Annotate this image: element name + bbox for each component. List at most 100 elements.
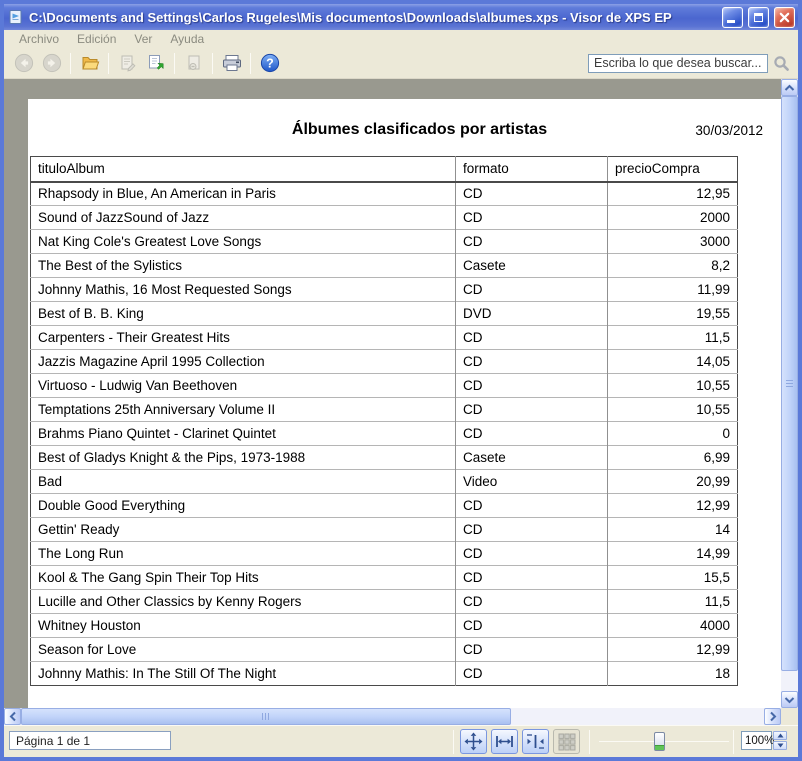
cell-precioCompra: 14,99: [608, 542, 738, 566]
col-header-tituloAlbum: tituloAlbum: [31, 157, 456, 182]
zoom-slider-thumb[interactable]: [654, 732, 665, 751]
horizontal-scrollbar[interactable]: [4, 708, 781, 725]
horizontal-scroll-thumb[interactable]: [21, 708, 511, 725]
scroll-down-button[interactable]: [781, 691, 798, 708]
cell-precioCompra: 14,05: [608, 350, 738, 374]
menu-ayuda[interactable]: Ayuda: [161, 31, 213, 48]
cell-tituloAlbum: Nat King Cole's Greatest Love Songs: [31, 230, 456, 254]
toolbar-separator: [212, 53, 213, 74]
print-button[interactable]: [218, 51, 245, 76]
scroll-left-button[interactable]: [4, 708, 21, 725]
open-in-window-button[interactable]: [142, 51, 169, 76]
close-button[interactable]: [774, 7, 795, 28]
cell-tituloAlbum: Johnny Mathis, 16 Most Requested Songs: [31, 278, 456, 302]
album-table: tituloAlbum formato precioCompra Rhapsod…: [30, 156, 738, 686]
cell-tituloAlbum: Sound of JazzSound of Jazz: [31, 206, 456, 230]
menu-ver[interactable]: Ver: [125, 31, 161, 48]
cell-precioCompra: 10,55: [608, 374, 738, 398]
fit-visible-icon: [526, 732, 545, 751]
col-header-formato: formato: [456, 157, 608, 182]
cell-tituloAlbum: Virtuoso - Ludwig Van Beethoven: [31, 374, 456, 398]
table-row: Nat King Cole's Greatest Love SongsCD300…: [31, 230, 738, 254]
table-row: Gettin' ReadyCD14: [31, 518, 738, 542]
table-row: Temptations 25th Anniversary Volume IICD…: [31, 398, 738, 422]
cell-tituloAlbum: Carpenters - Their Greatest Hits: [31, 326, 456, 350]
zoom-increase-button[interactable]: [773, 731, 787, 740]
help-button[interactable]: ?: [256, 51, 283, 76]
open-file-button[interactable]: [76, 51, 103, 76]
table-row: Season for LoveCD12,99: [31, 638, 738, 662]
fit-width-button[interactable]: [491, 729, 518, 754]
fit-visible-button[interactable]: [522, 729, 549, 754]
status-separator: [453, 730, 454, 754]
cell-formato: CD: [456, 326, 608, 350]
table-row: BadVideo20,99: [31, 470, 738, 494]
maximize-icon: [754, 13, 763, 22]
report-date: 30/03/2012: [695, 123, 763, 138]
zoom-level-value[interactable]: 100%: [741, 731, 772, 750]
cell-precioCompra: 18: [608, 662, 738, 686]
cell-formato: CD: [456, 182, 608, 206]
page-indicator[interactable]: Página 1 de 1: [9, 731, 171, 750]
cell-tituloAlbum: Gettin' Ready: [31, 518, 456, 542]
close-icon: [779, 12, 790, 23]
scroll-right-button[interactable]: [764, 708, 781, 725]
toolbar-separator: [174, 53, 175, 74]
vertical-scroll-thumb[interactable]: [781, 96, 798, 671]
table-row: Rhapsody in Blue, An American in ParisCD…: [31, 182, 738, 206]
cell-tituloAlbum: Brahms Piano Quintet - Clarinet Quintet: [31, 422, 456, 446]
menu-edicion[interactable]: Edición: [68, 31, 125, 48]
album-table-body: Rhapsody in Blue, An American in ParisCD…: [31, 182, 738, 686]
toolbar: ?: [4, 48, 798, 79]
save-copy-button: [180, 51, 207, 76]
cell-formato: CD: [456, 374, 608, 398]
table-row: The Long RunCD14,99: [31, 542, 738, 566]
search-icon[interactable]: [773, 55, 790, 72]
menu-archivo[interactable]: Archivo: [10, 31, 68, 48]
signatures-button: [114, 51, 141, 76]
cell-precioCompra: 20,99: [608, 470, 738, 494]
cell-precioCompra: 14: [608, 518, 738, 542]
document-viewport: Álbumes clasificados por artistas 30/03/…: [4, 79, 798, 708]
printer-icon: [221, 53, 243, 73]
cell-formato: CD: [456, 590, 608, 614]
cell-tituloAlbum: Season for Love: [31, 638, 456, 662]
table-row: Brahms Piano Quintet - Clarinet QuintetC…: [31, 422, 738, 446]
cell-formato: CD: [456, 278, 608, 302]
cell-formato: CD: [456, 662, 608, 686]
table-row: Johnny Mathis: In The Still Of The Night…: [31, 662, 738, 686]
cell-formato: Video: [456, 470, 608, 494]
zoom-spinner: 100%: [741, 731, 787, 750]
cell-formato: CD: [456, 542, 608, 566]
cell-tituloAlbum: Whitney Houston: [31, 614, 456, 638]
cell-precioCompra: 6,99: [608, 446, 738, 470]
search-input[interactable]: [588, 54, 768, 73]
cell-precioCompra: 10,55: [608, 398, 738, 422]
scroll-up-button[interactable]: [781, 79, 798, 96]
zoom-slider[interactable]: [599, 726, 729, 758]
minimize-button[interactable]: [722, 7, 743, 28]
vertical-scrollbar[interactable]: [781, 79, 798, 708]
status-separator: [733, 730, 734, 754]
app-icon: [8, 9, 24, 25]
table-row: Lucille and Other Classics by Kenny Roge…: [31, 590, 738, 614]
zoom-decrease-button[interactable]: [773, 741, 787, 750]
table-row: Best of Gladys Knight & the Pips, 1973-1…: [31, 446, 738, 470]
spinner-up-icon: [777, 733, 784, 738]
toolbar-separator: [250, 53, 251, 74]
table-row: Kool & The Gang Spin Their Top HitsCD15,…: [31, 566, 738, 590]
cell-tituloAlbum: Rhapsody in Blue, An American in Paris: [31, 182, 456, 206]
window-title: C:\Documents and Settings\Carlos Rugeles…: [29, 10, 717, 25]
cell-formato: CD: [456, 518, 608, 542]
fit-page-button[interactable]: [460, 729, 487, 754]
titlebar[interactable]: C:\Documents and Settings\Carlos Rugeles…: [4, 4, 798, 30]
table-row: Best of B. B. KingDVD19,55: [31, 302, 738, 326]
cell-formato: CD: [456, 350, 608, 374]
cell-tituloAlbum: Bad: [31, 470, 456, 494]
cell-precioCompra: 2000: [608, 206, 738, 230]
maximize-button[interactable]: [748, 7, 769, 28]
table-row: Jazzis Magazine April 1995 CollectionCD1…: [31, 350, 738, 374]
forward-icon: [42, 53, 62, 73]
fit-page-icon: [464, 732, 483, 751]
cell-precioCompra: 4000: [608, 614, 738, 638]
